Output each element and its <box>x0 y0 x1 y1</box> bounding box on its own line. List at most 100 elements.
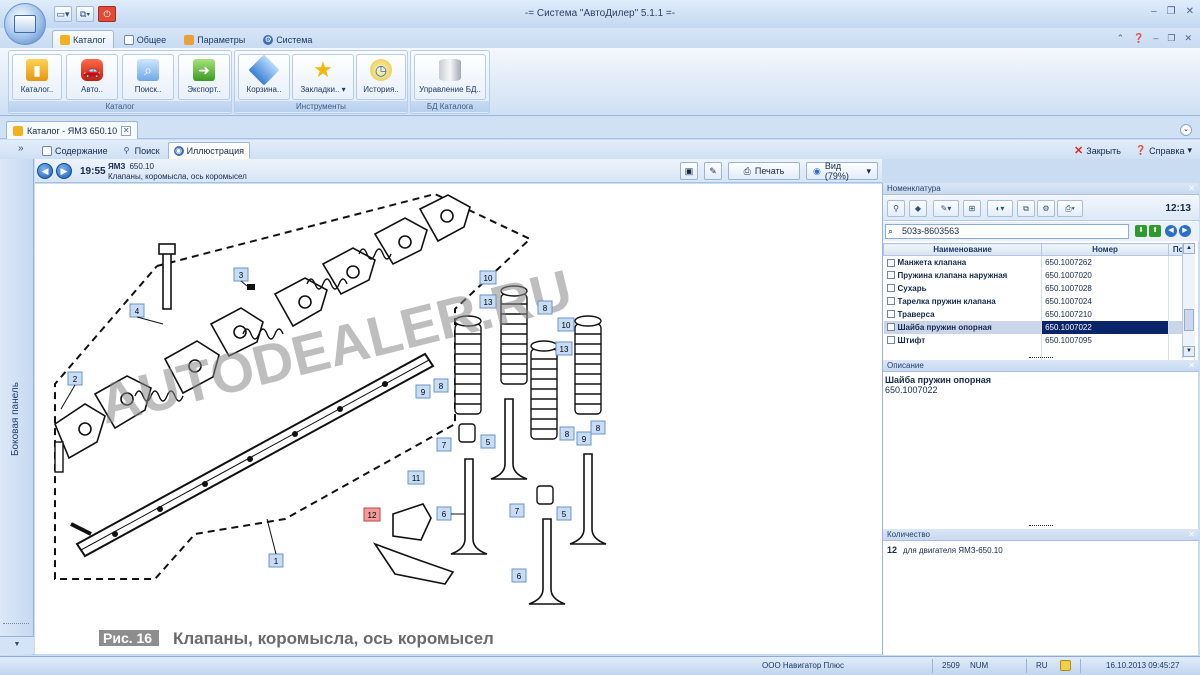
callout-8d[interactable]: 8 <box>590 420 606 435</box>
table-scrollbar[interactable]: ▲ ▼ <box>1182 243 1195 358</box>
search-input[interactable]: 503з-8603563 <box>885 224 1129 239</box>
illustration-canvas[interactable]: AUTODEALER.RU 1 2 3 4 5 5 6 6 7 7 8 8 8 … <box>35 184 882 654</box>
help-button[interactable]: ❓ Справка ▾ <box>1135 144 1192 157</box>
side-panel-scroll-down[interactable]: ▼ <box>0 636 34 654</box>
tab-general[interactable]: Общее <box>116 30 174 48</box>
print-button[interactable]: ⎙ Печать <box>728 162 800 180</box>
restore-icon[interactable]: ❐ <box>1167 33 1175 44</box>
close-panel-icon[interactable]: ✕ <box>1188 360 1195 372</box>
row-checkbox[interactable] <box>886 323 895 332</box>
binoculars-icon[interactable]: ⚲ <box>887 200 905 217</box>
callout-4[interactable]: 4 <box>129 303 145 318</box>
table-row[interactable]: Пружина клапана наружная650.10070208 <box>883 268 1196 282</box>
print-icon[interactable]: ⎙▾ <box>1057 200 1083 217</box>
app-menu-orb[interactable] <box>4 3 46 45</box>
callout-8a[interactable]: 8 <box>433 378 449 393</box>
save-icon[interactable]: ▣ <box>680 162 698 180</box>
close-panel-icon[interactable]: ✕ <box>1188 529 1195 541</box>
callout-5b[interactable]: 5 <box>556 506 572 521</box>
tab-illustration[interactable]: ◉ Иллюстрация <box>167 142 250 159</box>
back-icon[interactable]: ◀ <box>37 163 53 179</box>
tab-search[interactable]: ⚲ Поиск <box>116 142 166 159</box>
table-row[interactable]: Штифт650.10070953 <box>883 333 1196 347</box>
view-zoom-button[interactable]: ◉ Вид (79%) ▾ <box>806 161 878 181</box>
callout-10b[interactable]: 10 <box>557 317 575 332</box>
callout-2[interactable]: 2 <box>67 371 83 386</box>
help-icon[interactable]: ❓ <box>1133 33 1144 44</box>
row-checkbox[interactable] <box>886 310 895 319</box>
splitter-description[interactable] <box>1029 525 1053 528</box>
forward-icon[interactable]: ▶ <box>1179 225 1191 237</box>
history-button[interactable]: ◷ История.. <box>356 54 406 100</box>
callout-9b[interactable]: 9 <box>576 431 592 446</box>
table-row[interactable]: Тарелка пружин клапана650.100702413 <box>883 294 1196 308</box>
callout-9a[interactable]: 9 <box>415 384 431 399</box>
tab-parameters[interactable]: Параметры <box>176 30 253 48</box>
forward-icon[interactable]: ▶ <box>56 163 72 179</box>
callout-11[interactable]: 11 <box>407 470 425 485</box>
callout-3[interactable]: 3 <box>233 267 249 282</box>
minimize-icon[interactable]: – <box>1151 6 1157 17</box>
callout-13b[interactable]: 13 <box>555 341 573 356</box>
tab-list-icon[interactable]: ⌄ <box>1180 124 1192 136</box>
download-icon[interactable]: ⬇ <box>1135 225 1147 237</box>
svg-text:10: 10 <box>562 321 571 330</box>
close-panel-icon[interactable]: ✕ <box>1188 183 1195 195</box>
upload-icon[interactable]: ⬆ <box>1149 225 1161 237</box>
side-panel[interactable]: Боковая панель <box>0 159 34 655</box>
pin-icon[interactable]: ✎ <box>704 162 722 180</box>
close-tab-icon[interactable]: ✕ <box>121 125 132 136</box>
table-row-selected[interactable]: Шайба пружин опорная650.100702212 <box>883 320 1196 334</box>
close-icon[interactable]: ✕ <box>1184 33 1192 44</box>
callout-1[interactable]: 1 <box>268 553 284 568</box>
auto-button[interactable]: 🚗 Авто.. <box>66 54 118 100</box>
callout-5a[interactable]: 5 <box>480 434 496 449</box>
basket-button[interactable]: Корзина.. <box>238 54 290 100</box>
callout-8c[interactable]: 8 <box>559 426 575 441</box>
close-icon[interactable]: ✕ <box>1186 6 1194 17</box>
callout-12[interactable]: 12 <box>363 507 381 522</box>
tab-catalog[interactable]: Каталог <box>52 30 114 48</box>
calculator-icon[interactable]: ◐▾ <box>987 200 1013 217</box>
row-checkbox[interactable] <box>886 297 895 306</box>
restore-icon[interactable]: ❐ <box>1167 6 1176 17</box>
row-checkbox[interactable] <box>886 284 895 293</box>
table-row[interactable]: Траверса650.100721011 <box>883 307 1196 321</box>
gear-icon[interactable]: ⚙ <box>1037 200 1055 217</box>
callout-7a[interactable]: 7 <box>436 437 452 452</box>
callout-6b[interactable]: 6 <box>511 568 527 583</box>
table-row[interactable]: Сухарь650.100702810 <box>883 281 1196 295</box>
scroll-up-icon[interactable]: ▲ <box>1183 243 1195 254</box>
search-button[interactable]: ⌕ Поиск.. <box>122 54 174 100</box>
grid-icon[interactable]: ⊞ <box>963 200 981 217</box>
callout-10a[interactable]: 10 <box>479 270 497 285</box>
scroll-down-icon[interactable]: ▼ <box>1183 346 1195 357</box>
tab-system[interactable]: ⚙ Система <box>255 30 320 48</box>
expand-sidebar-icon[interactable]: » <box>18 143 24 154</box>
close-button[interactable]: ✕ Закрыть <box>1074 144 1121 157</box>
callout-6a[interactable]: 6 <box>436 506 452 521</box>
row-checkbox[interactable] <box>886 336 895 345</box>
back-icon[interactable]: ◀ <box>1165 225 1177 237</box>
copy-icon[interactable]: ⧉ <box>1017 200 1035 217</box>
side-panel-splitter[interactable] <box>3 623 29 624</box>
catalog-button[interactable]: ▮ Каталог.. <box>12 54 62 100</box>
collapse-ribbon-icon[interactable]: ⌃ <box>1117 33 1125 44</box>
callout-13a[interactable]: 13 <box>479 294 497 309</box>
manage-db-button[interactable]: Управление БД.. <box>414 54 486 100</box>
row-checkbox[interactable] <box>886 271 895 280</box>
row-checkbox[interactable] <box>886 258 895 267</box>
export-button[interactable]: ➜ Экспорт.. <box>178 54 230 100</box>
scroll-thumb[interactable] <box>1184 309 1194 331</box>
column-header-number[interactable]: Номер <box>1041 243 1169 256</box>
minimize-icon[interactable]: – <box>1153 33 1158 44</box>
bookmarks-button[interactable]: ★ Закладки.. ▾ <box>292 54 354 100</box>
callout-8b[interactable]: 8 <box>537 300 553 315</box>
callout-7b[interactable]: 7 <box>509 503 525 518</box>
table-row[interactable]: Манжета клапана650.10072627 <box>883 255 1196 269</box>
edit-icon[interactable]: ✎▾ <box>933 200 959 217</box>
document-tab-catalog[interactable]: Каталог - ЯМЗ 650.10 ✕ <box>6 121 139 139</box>
basket-icon[interactable]: ◆ <box>909 200 927 217</box>
tab-contents[interactable]: Содержание <box>36 142 114 159</box>
column-header-name[interactable]: Наименование <box>882 243 1043 256</box>
